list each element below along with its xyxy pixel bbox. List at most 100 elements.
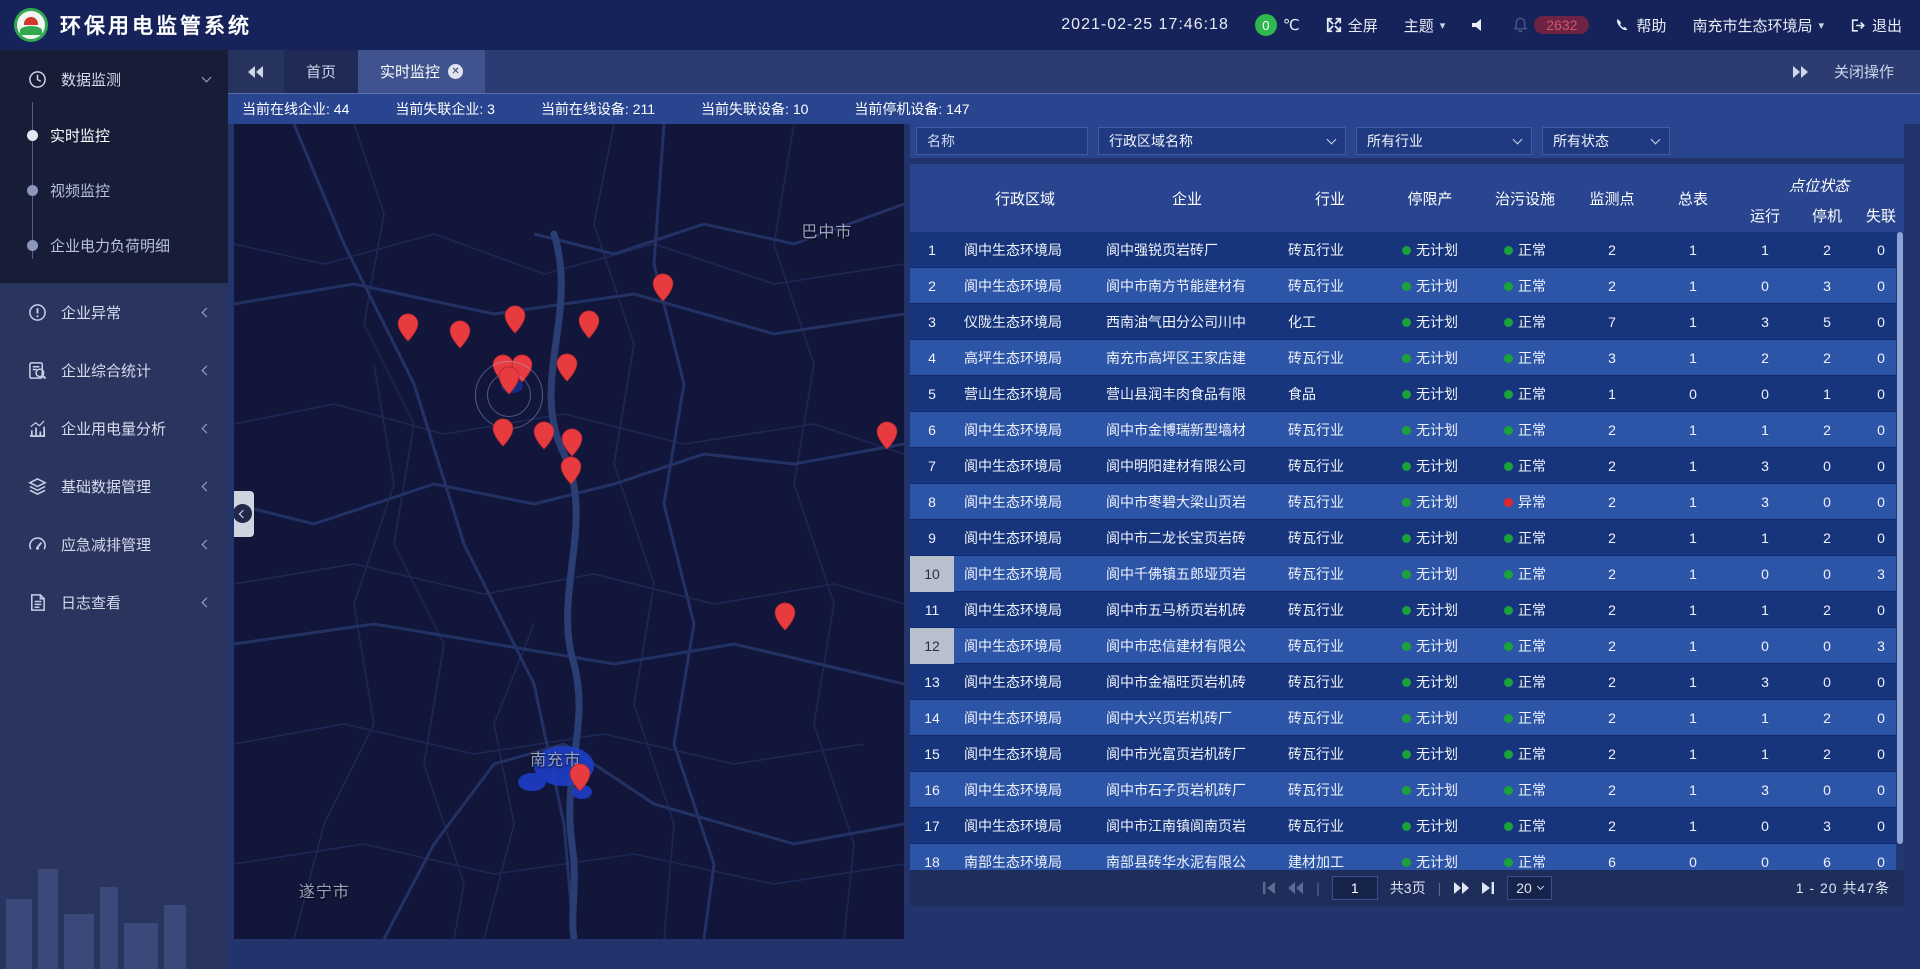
cell-points: 2 — [1572, 818, 1652, 834]
double-chevron-right-icon[interactable] — [1792, 66, 1808, 78]
map-pin-icon[interactable] — [533, 421, 555, 450]
help-button[interactable]: 帮助 — [1615, 15, 1666, 36]
map-pin-icon[interactable] — [492, 418, 514, 447]
table-row[interactable]: 4高坪生态环境局南充市高坪区王家店建砖瓦行业无计划正常31220 — [910, 340, 1904, 376]
sidebar-item-label: 企业综合统计 — [61, 360, 203, 381]
notification-area[interactable]: 2632 — [1513, 16, 1589, 34]
table-row[interactable]: 1阆中生态环境局阆中强锐页岩砖厂砖瓦行业无计划正常21120 — [910, 232, 1904, 268]
table-row[interactable]: 12阆中生态环境局阆中市忠信建材有限公砖瓦行业无计划正常21003 — [910, 628, 1904, 664]
map-collapse-handle[interactable] — [234, 491, 254, 537]
tab-close-icon[interactable]: ✕ — [448, 64, 463, 79]
volume-button[interactable] — [1471, 17, 1487, 33]
table-row[interactable]: 2阆中生态环境局阆中市南方节能建材有砖瓦行业无计划正常21030 — [910, 268, 1904, 304]
logout-button[interactable]: 退出 — [1850, 15, 1902, 36]
table-row[interactable]: 5营山生态环境局营山县润丰肉食品有限食品无计划正常10010 — [910, 376, 1904, 412]
sidebar-item-企业综合统计[interactable]: 企业综合统计 — [0, 341, 228, 399]
map-pin-icon[interactable] — [504, 305, 526, 334]
map[interactable]: 巴中市南充市遂宁市 — [234, 124, 904, 939]
stats-icon — [28, 361, 47, 380]
status-dot-icon — [1402, 246, 1411, 255]
sidebar-item-日志查看[interactable]: 日志查看 — [0, 573, 228, 631]
chevron-left-icon — [202, 365, 212, 375]
map-pin-icon[interactable] — [498, 366, 520, 395]
table-row[interactable]: 11阆中生态环境局阆中市五马桥页岩机砖砖瓦行业无计划正常21120 — [910, 592, 1904, 628]
theme-menu[interactable]: 主题 ▾ — [1404, 15, 1446, 36]
table-row[interactable]: 18南部生态环境局南部县砖华水泥有限公建材加工无计划正常60060 — [910, 844, 1904, 870]
name-search-input[interactable] — [916, 127, 1088, 155]
map-pin-icon[interactable] — [561, 428, 583, 457]
cell-stop: 1 — [1796, 386, 1858, 402]
cell-points: 2 — [1572, 638, 1652, 654]
sidebar-item-基础数据管理[interactable]: 基础数据管理 — [0, 457, 228, 515]
fullscreen-button[interactable]: 全屏 — [1326, 15, 1378, 36]
last-page-button[interactable] — [1481, 882, 1495, 894]
region-select[interactable]: 行政区域名称 — [1098, 127, 1346, 155]
page-number-input[interactable] — [1332, 876, 1378, 900]
map-pin-icon[interactable] — [652, 273, 674, 302]
table-row[interactable]: 6阆中生态环境局阆中市金博瑞新型墙材砖瓦行业无计划正常21120 — [910, 412, 1904, 448]
map-pin-icon[interactable] — [556, 353, 578, 382]
tab-home[interactable]: 首页 — [284, 50, 358, 93]
cell-industry: 砖瓦行业 — [1278, 744, 1382, 764]
row-index: 3 — [910, 304, 954, 340]
table-row[interactable]: 10阆中生态环境局阆中千佛镇五郎垭页岩砖瓦行业无计划正常21003 — [910, 556, 1904, 592]
page-size-select[interactable]: 20 — [1507, 876, 1552, 900]
table-row[interactable]: 13阆中生态环境局阆中市金福旺页岩机砖砖瓦行业无计划正常21300 — [910, 664, 1904, 700]
sidebar-item-企业异常[interactable]: 企业异常 — [0, 283, 228, 341]
prev-page-button[interactable] — [1288, 882, 1304, 894]
cell-facility-status: 正常 — [1478, 564, 1572, 584]
cell-limit-status: 无计划 — [1382, 600, 1478, 620]
first-page-button[interactable] — [1262, 882, 1276, 894]
table-row[interactable]: 9阆中生态环境局阆中市二龙长宝页岩砖砖瓦行业无计划正常21120 — [910, 520, 1904, 556]
sidebar-subitem-视频监控[interactable]: 视频监控 — [0, 163, 228, 218]
sidebar-item-企业用电量分析[interactable]: 企业用电量分析 — [0, 399, 228, 457]
cell-stop: 0 — [1796, 638, 1858, 654]
status-text: 正常 — [1518, 708, 1546, 728]
sidebar-item-label: 企业用电量分析 — [61, 418, 203, 439]
map-pin-icon[interactable] — [449, 320, 471, 349]
sidebar-subitem-企业电力负荷明细[interactable]: 企业电力负荷明细 — [0, 218, 228, 273]
tabs-scroll-left-button[interactable] — [228, 50, 284, 93]
status-dot-icon — [1402, 282, 1411, 291]
table-row[interactable]: 14阆中生态环境局阆中大兴页岩机砖厂砖瓦行业无计划正常21120 — [910, 700, 1904, 736]
sidebar-item-数据监测[interactable]: 数据监测 — [0, 50, 228, 108]
table-scrollbar[interactable] — [1896, 232, 1904, 870]
table-row[interactable]: 17阆中生态环境局阆中市江南镇阆南页岩砖瓦行业无计划正常21030 — [910, 808, 1904, 844]
map-pin-icon[interactable] — [876, 421, 898, 450]
table-row[interactable]: 8阆中生态环境局阆中市枣碧大梁山页岩砖瓦行业无计划异常21300 — [910, 484, 1904, 520]
cell-facility-status: 正常 — [1478, 240, 1572, 260]
map-pin-icon[interactable] — [569, 763, 591, 792]
sidebar-group-数据监测: 数据监测实时监控视频监控企业电力负荷明细 — [0, 50, 228, 283]
org-menu[interactable]: 南充市生态环境局 ▾ — [1692, 15, 1824, 36]
sidebar-subitem-实时监控[interactable]: 实时监控 — [0, 108, 228, 163]
status-text: 无计划 — [1416, 708, 1458, 728]
status-dot-icon — [1402, 570, 1411, 579]
map-pin-icon[interactable] — [397, 313, 419, 342]
map-pin-icon[interactable] — [560, 456, 582, 485]
cell-region: 阆中生态环境局 — [954, 420, 1096, 440]
status-select[interactable]: 所有状态 — [1542, 127, 1670, 155]
cell-stop: 2 — [1796, 602, 1858, 618]
map-pin-icon[interactable] — [774, 602, 796, 631]
status-text: 无计划 — [1416, 816, 1458, 836]
chevron-down-icon: ▾ — [1440, 19, 1446, 32]
tab-realtime-monitor[interactable]: 实时监控 ✕ — [358, 50, 485, 93]
cell-limit-status: 无计划 — [1382, 384, 1478, 404]
table-row[interactable]: 7阆中生态环境局阆中明阳建材有限公司砖瓦行业无计划正常21300 — [910, 448, 1904, 484]
table-row[interactable]: 3仪陇生态环境局西南油气田分公司川中化工无计划正常71350 — [910, 304, 1904, 340]
status-dot-icon — [1402, 750, 1411, 759]
table-row[interactable]: 16阆中生态环境局阆中市石子页岩机砖厂砖瓦行业无计划正常21300 — [910, 772, 1904, 808]
map-pin-icon[interactable] — [578, 310, 600, 339]
industry-select[interactable]: 所有行业 — [1356, 127, 1532, 155]
chevron-down-icon — [1651, 135, 1661, 145]
next-page-button[interactable] — [1453, 882, 1469, 894]
cell-company: 营山县润丰肉食品有限 — [1096, 384, 1278, 404]
table-row[interactable]: 15阆中生态环境局阆中市光富页岩机砖厂砖瓦行业无计划正常21120 — [910, 736, 1904, 772]
cell-run: 1 — [1734, 530, 1796, 546]
sidebar-item-应急减排管理[interactable]: 应急减排管理 — [0, 515, 228, 573]
cell-facility-status: 正常 — [1478, 852, 1572, 870]
close-operations-button[interactable]: 关闭操作 — [1834, 61, 1894, 82]
cell-company: 阆中市五马桥页岩机砖 — [1096, 600, 1278, 620]
cell-run: 1 — [1734, 710, 1796, 726]
cell-facility-status: 正常 — [1478, 780, 1572, 800]
